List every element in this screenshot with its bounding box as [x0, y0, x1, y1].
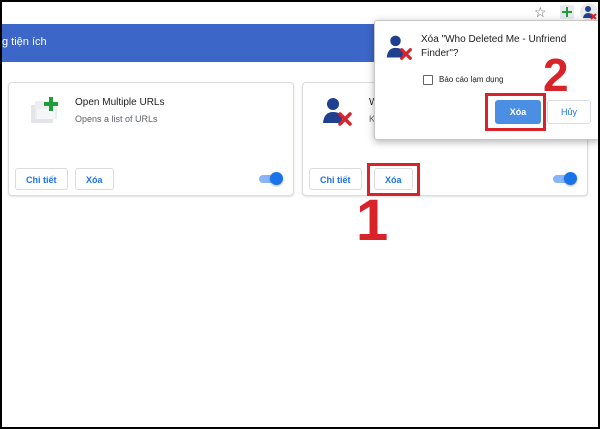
extension-card-open-multiple-urls: Open Multiple URLs Opens a list of URLs …	[8, 82, 294, 196]
report-abuse-checkbox[interactable]	[423, 75, 433, 85]
extension-open-multiple-urls-icon[interactable]	[560, 5, 574, 19]
remove-button[interactable]: Xóa	[75, 168, 114, 190]
report-abuse-label: Báo cáo lạm dụng	[439, 75, 504, 84]
who-deleted-me-icon	[386, 35, 412, 60]
browser-window: ☆ g tiện ích Open Multiple URLs Opens a …	[2, 2, 598, 427]
enable-toggle[interactable]	[259, 172, 283, 185]
highlight-box-confirm	[485, 93, 546, 131]
bookmark-star-icon[interactable]: ☆	[534, 4, 547, 20]
toggle-knob	[270, 172, 283, 185]
step-1-label: 1	[356, 188, 389, 253]
who-deleted-me-icon	[323, 98, 352, 126]
details-button[interactable]: Chi tiết	[309, 168, 362, 190]
open-multiple-urls-icon	[31, 97, 58, 123]
enable-toggle[interactable]	[553, 172, 577, 185]
page-title: g tiện ích	[2, 36, 47, 48]
extension-who-deleted-me-icon[interactable]	[580, 3, 598, 21]
cancel-button[interactable]: Hủy	[547, 100, 591, 124]
toggle-knob	[564, 172, 577, 185]
extension-name: Open Multiple URLs	[75, 97, 165, 108]
extension-description: Opens a list of URLs	[75, 114, 158, 124]
details-button[interactable]: Chi tiết	[15, 168, 68, 190]
step-2-label: 2	[543, 49, 569, 101]
